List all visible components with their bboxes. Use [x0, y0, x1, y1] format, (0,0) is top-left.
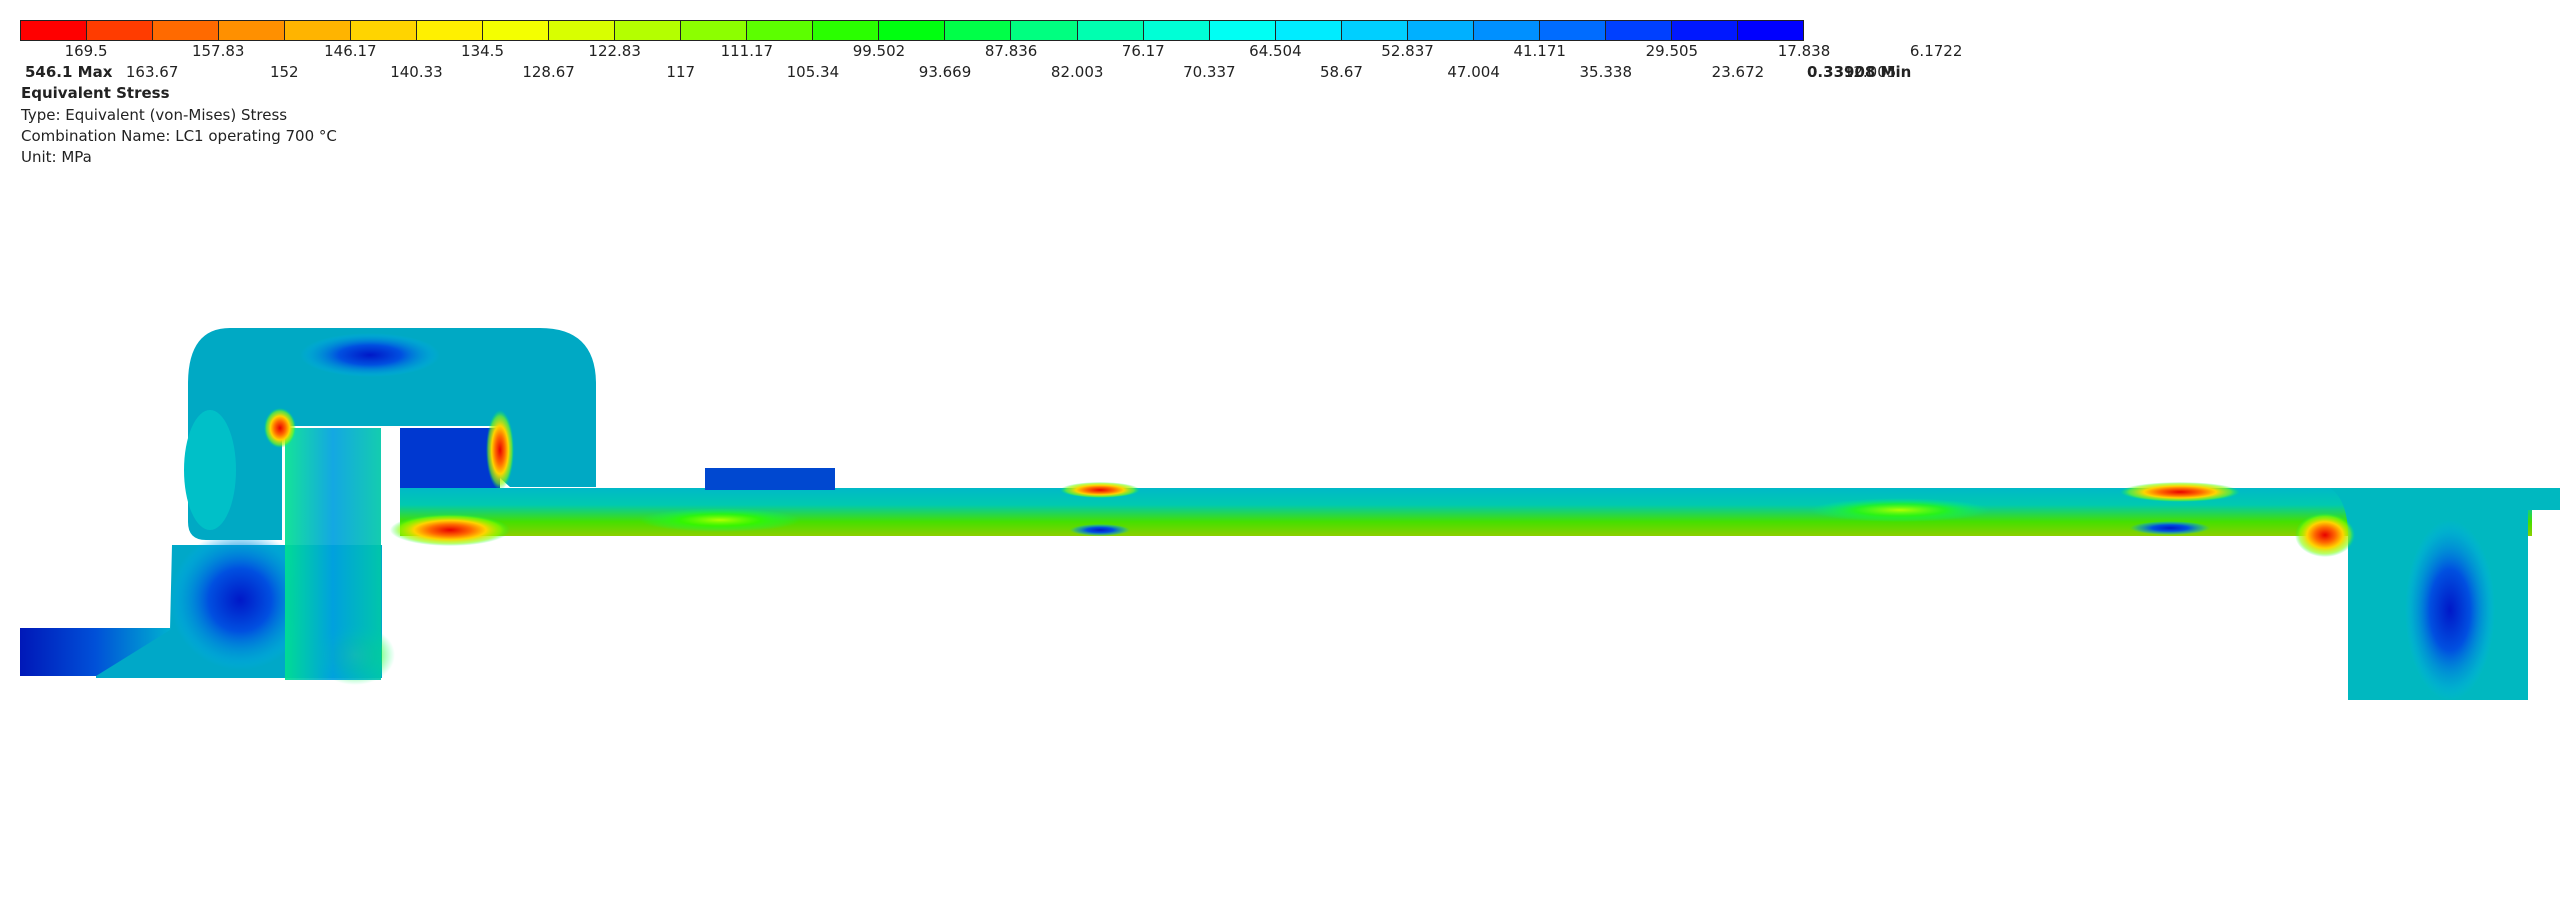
result-viewport[interactable]: 169.5 157.83 146.17 134.5 122.83 111.17 99.502…: [0, 0, 2566, 910]
fea-model-view[interactable]: [0, 0, 2566, 910]
